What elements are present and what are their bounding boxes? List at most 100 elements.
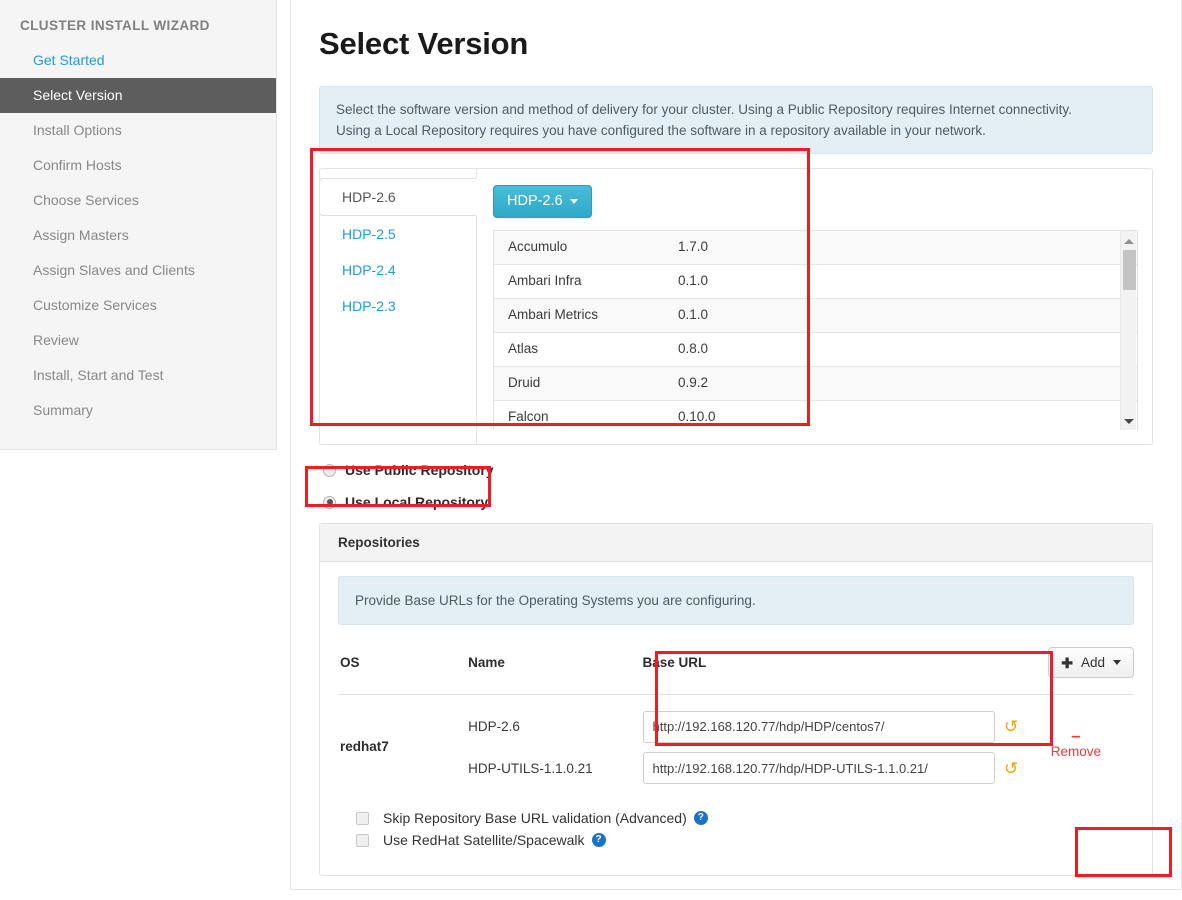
help-icon[interactable]: ? xyxy=(693,811,708,825)
sidebar-item-confirm-hosts[interactable]: Confirm Hosts xyxy=(0,148,276,183)
service-version: 0.9.2 xyxy=(664,366,834,401)
caret-down-icon xyxy=(1113,660,1121,665)
version-selector-region: HDP-2.6 HDP-2.5 HDP-2.4 HDP-2.3 HDP-2.6 xyxy=(319,168,1153,445)
repositories-table-header-row: OS Name Base URL ✚ Add xyxy=(338,639,1134,695)
version-tab-hdp-2-6[interactable]: HDP-2.6 xyxy=(320,178,477,216)
service-name: Ambari Infra xyxy=(494,264,664,299)
caret-down-icon xyxy=(569,198,578,204)
checkbox-indicator-skip-validation xyxy=(356,811,369,825)
main-content-panel: Select Version Select the software versi… xyxy=(290,0,1182,890)
repositories-panel: Repositories Provide Base URLs for the O… xyxy=(319,523,1153,876)
sidebar-item-choose-services[interactable]: Choose Services xyxy=(0,183,276,218)
radio-use-local-repository[interactable]: Use Local Repository xyxy=(319,489,1153,515)
service-name: Atlas xyxy=(494,332,664,367)
radio-indicator-local xyxy=(323,495,336,509)
version-detail-pane: HDP-2.6 Accumulo 1.7.0 Ambari Infra 0.1.… xyxy=(477,169,1152,444)
checkbox-label-skip-validation: Skip Repository Base URL validation (Adv… xyxy=(383,810,687,826)
scroll-up-arrow-icon[interactable] xyxy=(1121,233,1137,249)
sidebar-item-summary[interactable]: Summary xyxy=(0,393,276,428)
radio-indicator-public xyxy=(323,463,336,477)
checkbox-redhat-satellite[interactable]: Use RedHat Satellite/Spacewalk ? xyxy=(356,829,1116,851)
service-version: 1.7.0 xyxy=(664,231,834,265)
service-spacer xyxy=(834,264,1137,299)
select-version-page: CLUSTER INSTALL WIZARD Get Started Selec… xyxy=(0,0,1182,900)
service-version: 0.1.0 xyxy=(664,264,834,299)
stack-services-table: Accumulo 1.7.0 Ambari Infra 0.1.0 Ambari… xyxy=(494,231,1137,430)
version-box: HDP-2.6 HDP-2.5 HDP-2.4 HDP-2.3 HDP-2.6 xyxy=(319,168,1153,445)
table-row: Atlas 0.8.0 xyxy=(494,332,1137,367)
sidebar-item-get-started[interactable]: Get Started xyxy=(0,43,276,78)
sidebar-item-assign-slaves[interactable]: Assign Slaves and Clients xyxy=(0,253,276,288)
repositories-panel-title: Repositories xyxy=(320,524,1152,562)
column-header-name: Name xyxy=(468,655,505,670)
page-title: Select Version xyxy=(319,26,529,61)
page-info-line-1: Select the software version and method o… xyxy=(336,102,1072,117)
remove-repository-link[interactable]: Remove xyxy=(1051,744,1101,759)
repository-name-hdp: HDP-2.6 xyxy=(468,719,520,734)
repository-choice-group: Use Public Repository Use Local Reposito… xyxy=(319,457,1153,515)
wizard-footer: ← Back Next → https://blog.csdn.net/Happ… xyxy=(319,894,1153,900)
help-icon[interactable]: ? xyxy=(591,833,606,847)
table-row: Ambari Infra 0.1.0 xyxy=(494,264,1137,299)
sidebar-item-install-start-test[interactable]: Install, Start and Test xyxy=(0,358,276,393)
table-row: Falcon 0.10.0 xyxy=(494,400,1137,430)
radio-label-public: Use Public Repository xyxy=(345,462,494,478)
version-tab-list: HDP-2.6 HDP-2.5 HDP-2.4 HDP-2.3 xyxy=(320,169,477,444)
table-row: Accumulo 1.7.0 xyxy=(494,231,1137,265)
version-tab-hdp-2-3[interactable]: HDP-2.3 xyxy=(320,288,476,324)
service-spacer xyxy=(834,298,1137,333)
plus-icon: ✚ xyxy=(1061,654,1073,671)
services-table-scrollbar[interactable] xyxy=(1120,231,1136,430)
minus-icon: – xyxy=(1071,726,1081,745)
sidebar-title: CLUSTER INSTALL WIZARD xyxy=(20,18,210,33)
table-row: Ambari Metrics 0.1.0 xyxy=(494,298,1137,333)
service-spacer xyxy=(834,332,1137,367)
repositories-table: OS Name Base URL ✚ Add redhat7 HDP-2.6 H… xyxy=(338,639,1134,797)
page-info-alert: Select the software version and method o… xyxy=(319,86,1153,154)
service-name: Falcon xyxy=(494,400,664,430)
repositories-hint-alert: Provide Base URLs for the Operating Syst… xyxy=(338,576,1134,625)
repository-os: redhat7 xyxy=(338,694,469,797)
service-version: 0.8.0 xyxy=(664,332,834,367)
service-name: Accumulo xyxy=(494,231,664,265)
sidebar-item-customize-services[interactable]: Customize Services xyxy=(0,288,276,323)
service-name: Ambari Metrics xyxy=(494,298,664,333)
checkbox-label-redhat-satellite: Use RedHat Satellite/Spacewalk xyxy=(383,832,585,848)
undo-icon[interactable]: ↻ xyxy=(1004,759,1018,778)
repositories-panel-body: Provide Base URLs for the Operating Syst… xyxy=(320,562,1152,875)
repository-name-hdp-utils: HDP-UTILS-1.1.0.21 xyxy=(468,760,593,776)
stack-services-table-wrap: Accumulo 1.7.0 Ambari Infra 0.1.0 Ambari… xyxy=(493,230,1138,430)
stack-version-dropdown-button[interactable]: HDP-2.6 xyxy=(493,185,592,218)
stack-version-dropdown-label: HDP-2.6 xyxy=(507,193,563,209)
service-version: 0.10.0 xyxy=(664,400,834,430)
radio-use-public-repository[interactable]: Use Public Repository xyxy=(319,457,1153,483)
service-spacer xyxy=(834,400,1137,430)
table-row: Druid 0.9.2 xyxy=(494,366,1137,401)
scrollbar-thumb[interactable] xyxy=(1123,250,1136,290)
table-row: redhat7 HDP-2.6 HDP-UTILS-1.1.0.21 ↻ xyxy=(338,694,1134,797)
add-repository-label: Add xyxy=(1080,655,1105,670)
scroll-down-arrow-icon[interactable] xyxy=(1121,413,1137,429)
checkbox-skip-validation[interactable]: Skip Repository Base URL validation (Adv… xyxy=(356,807,1116,829)
base-url-input-hdp[interactable] xyxy=(642,710,995,743)
sidebar-item-select-version[interactable]: Select Version xyxy=(0,78,276,113)
service-spacer xyxy=(834,366,1137,401)
add-repository-button[interactable]: ✚ Add xyxy=(1048,647,1134,678)
base-url-input-hdp-utils[interactable] xyxy=(642,752,995,784)
wizard-sidebar: CLUSTER INSTALL WIZARD Get Started Selec… xyxy=(0,0,277,450)
sidebar-item-review[interactable]: Review xyxy=(0,323,276,358)
version-tab-hdp-2-5[interactable]: HDP-2.5 xyxy=(320,216,476,252)
service-spacer xyxy=(834,231,1137,265)
sidebar-item-assign-masters[interactable]: Assign Masters xyxy=(0,218,276,253)
column-header-os: OS xyxy=(340,655,360,670)
sidebar-item-install-options[interactable]: Install Options xyxy=(0,113,276,148)
repository-options-checkboxes: Skip Repository Base URL validation (Adv… xyxy=(356,807,1116,851)
page-info-line-2: Using a Local Repository requires you ha… xyxy=(336,123,986,138)
service-name: Druid xyxy=(494,366,664,401)
undo-icon[interactable]: ↻ xyxy=(1004,717,1018,736)
radio-label-local: Use Local Repository xyxy=(345,494,489,510)
service-version: 0.1.0 xyxy=(664,298,834,333)
column-header-base-url: Base URL xyxy=(642,655,707,670)
version-tab-hdp-2-4[interactable]: HDP-2.4 xyxy=(320,252,476,288)
checkbox-indicator-redhat-satellite xyxy=(356,833,369,847)
